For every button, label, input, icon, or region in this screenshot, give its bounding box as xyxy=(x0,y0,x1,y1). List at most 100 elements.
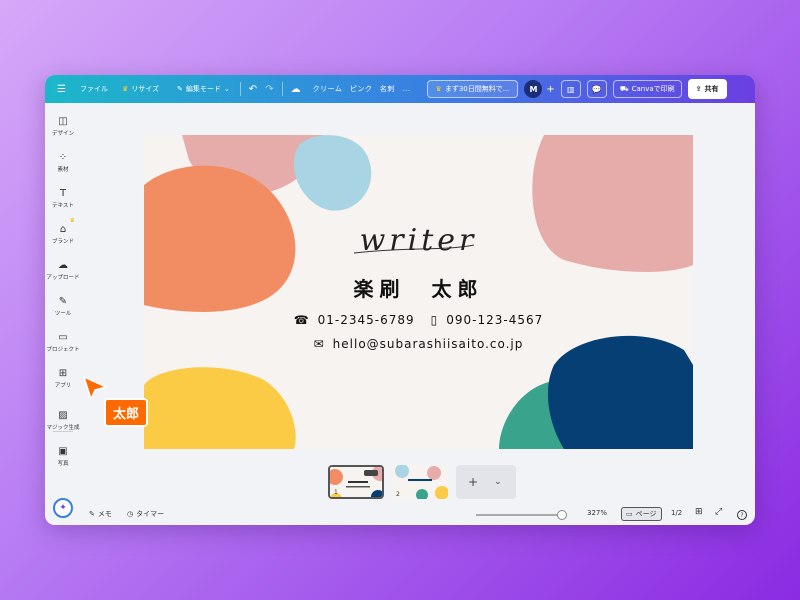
sidebar-item-projects[interactable]: ▭ プロジェクト xyxy=(45,331,81,353)
add-page-button[interactable]: + ⌄ xyxy=(456,465,516,499)
pencil-icon: ✎ xyxy=(177,85,183,93)
plus-icon: + xyxy=(468,475,479,489)
free-trial-button[interactable]: ♛ まず30日間無料で... xyxy=(426,80,519,98)
mail-icon: ✉ xyxy=(313,337,325,351)
chevron-down-icon: ⌄ xyxy=(494,477,502,487)
crown-icon: ♛ xyxy=(121,85,129,93)
page-view-button[interactable]: ▭ ページ xyxy=(621,507,662,521)
crown-icon: ♛ xyxy=(69,217,75,224)
sidebar-item-brand[interactable]: ♛ ⌂ ブランド xyxy=(45,217,81,245)
card-email[interactable]: ✉ hello@subarashiisaito.co.jp xyxy=(144,337,693,351)
card-phones[interactable]: ☎ 01-2345-6789 ▯ 090-123-4567 xyxy=(144,313,693,327)
zoom-slider-track[interactable] xyxy=(476,514,566,516)
page-thumbnail-1[interactable]: 1 xyxy=(328,465,384,499)
chevron-down-icon: ⌄ xyxy=(223,85,230,93)
add-collaborator-icon[interactable]: + xyxy=(546,84,554,95)
sidebar-item-label: 写真 xyxy=(57,461,69,467)
sidebar-item-magic-media[interactable]: ▨ マジック生成 xyxy=(45,409,81,431)
sidebar-item-label: アップロード xyxy=(46,275,80,281)
cloud-sync-icon[interactable]: ☁ xyxy=(291,84,301,95)
phone-icon: ☎ xyxy=(293,313,310,327)
share-button[interactable]: ⇪ 共有 xyxy=(687,79,727,99)
upload-icon: ☁ xyxy=(58,260,68,271)
mobile-number: 090-123-4567 xyxy=(446,313,544,327)
menu-icon[interactable]: ☰ xyxy=(57,84,66,95)
phone-number: 01-2345-6789 xyxy=(317,313,415,327)
sidebar-item-photos[interactable]: ▣ 写真 xyxy=(45,445,81,467)
timer-label: タイマー xyxy=(136,510,165,518)
page-counter[interactable]: 1/2 xyxy=(671,509,682,517)
sidebar-item-label: デザイン xyxy=(51,131,74,137)
bottom-toolbar: ✎ メモ ◷ タイマー 327% ▭ ページ 1/2 ⊞ ⤢ ? xyxy=(45,505,755,525)
thumb-shapes xyxy=(392,465,448,499)
card-name[interactable]: 楽刷 太郎 xyxy=(144,273,693,302)
navy-blob xyxy=(547,335,693,449)
fullscreen-icon[interactable]: ⤢ xyxy=(715,507,722,517)
folder-icon: ▭ xyxy=(58,332,68,343)
light-blue-blob xyxy=(293,135,372,211)
redo-icon[interactable]: ↷ xyxy=(265,84,273,95)
yellow-blob xyxy=(144,367,296,449)
business-card-canvas[interactable]: writer 楽刷 太郎 ☎ 01-2345-6789 ▯ 090-123-45… xyxy=(144,135,693,449)
card-title[interactable]: writer xyxy=(144,223,693,258)
sidebar-item-label: ツール xyxy=(54,311,72,317)
undo-icon[interactable]: ↶ xyxy=(249,84,257,95)
divider xyxy=(239,82,241,96)
elements-icon: ⁘ xyxy=(58,152,68,163)
zoom-level[interactable]: 327% xyxy=(587,509,607,517)
sidebar-item-design[interactable]: ◫ デザイン xyxy=(45,115,81,137)
design-icon: ◫ xyxy=(58,116,68,127)
page-view-label: ページ xyxy=(635,510,657,518)
page-number: 1 xyxy=(334,489,338,496)
sidebar-item-elements[interactable]: ⁘ 素材 xyxy=(45,151,81,173)
cursor-pointer-icon xyxy=(82,375,108,401)
sidebar-item-apps[interactable]: ⊞ アプリ xyxy=(45,367,81,389)
insights-icon[interactable]: ▥ xyxy=(560,80,581,98)
sidebar-item-label: プロジェクト xyxy=(46,347,80,353)
sidebar-item-tools[interactable]: ✎ ツール xyxy=(45,295,81,317)
page-number: 2 xyxy=(396,491,400,498)
avatar[interactable]: M xyxy=(524,80,543,98)
share-icon: ⇪ xyxy=(695,85,702,93)
timer-button[interactable]: ◷ タイマー xyxy=(127,509,164,519)
grid-view-icon[interactable]: ⊞ xyxy=(695,507,703,517)
magic-media-icon: ▨ xyxy=(58,410,68,421)
page-thumbnail-2[interactable]: 2 xyxy=(392,465,448,499)
email-address: hello@subarashiisaito.co.jp xyxy=(332,337,524,351)
notes-button[interactable]: ✎ メモ xyxy=(89,509,112,519)
sidebar-item-label: 素材 xyxy=(57,167,69,173)
sidebar-item-upload[interactable]: ☁ アップロード xyxy=(45,259,81,281)
timer-icon: ◷ xyxy=(127,510,134,518)
page-view-icon: ▭ xyxy=(626,510,633,518)
file-menu[interactable]: ファイル xyxy=(80,84,108,94)
help-button[interactable]: ? xyxy=(737,510,747,520)
mobile-icon: ▯ xyxy=(430,313,439,327)
document-title[interactable]: クリーム ピンク 名刺 ... xyxy=(313,84,411,94)
sidebar-item-text[interactable]: T テキスト xyxy=(45,187,81,209)
notes-icon: ✎ xyxy=(89,510,95,518)
edit-mode-label: 編集モード xyxy=(185,85,221,93)
collaborator-cursor-label: 太郎 xyxy=(104,398,149,427)
zoom-slider-handle[interactable] xyxy=(557,510,567,520)
apps-icon: ⊞ xyxy=(58,368,68,379)
side-panel: ◫ デザイン ⁘ 素材 T テキスト ♛ ⌂ ブランド ☁ アップロード ✎ ツ… xyxy=(45,103,81,525)
trial-label: まず30日間無料で... xyxy=(444,85,510,93)
resize-menu[interactable]: ♛ リサイズ xyxy=(122,84,159,94)
top-toolbar: ☰ ファイル ♛ リサイズ ✎ 編集モード ⌄ ↶ ↷ ☁ クリーム ピンク 名… xyxy=(45,75,755,103)
brand-icon: ⌂ xyxy=(59,224,67,235)
page-thumbnails: 1 2 + ⌄ xyxy=(328,465,516,499)
thumb-shapes xyxy=(330,467,382,497)
tools-icon: ✎ xyxy=(58,296,68,307)
sidebar-item-label: アプリ xyxy=(54,383,72,389)
photo-icon: ▣ xyxy=(58,446,68,457)
resize-label: リサイズ xyxy=(131,85,160,93)
crown-icon: ♛ xyxy=(435,85,442,93)
edit-mode-dropdown[interactable]: ✎ 編集モード ⌄ xyxy=(177,84,230,94)
notes-label: メモ xyxy=(97,510,112,518)
sidebar-divider xyxy=(53,431,73,432)
sidebar-item-label: マジック生成 xyxy=(46,425,80,431)
comment-icon[interactable]: 💬 xyxy=(586,80,607,98)
print-button[interactable]: ⛟ Canvaで印刷 xyxy=(612,80,682,98)
sidebar-item-label: ブランド xyxy=(51,239,74,245)
sidebar-item-label: テキスト xyxy=(52,203,74,209)
